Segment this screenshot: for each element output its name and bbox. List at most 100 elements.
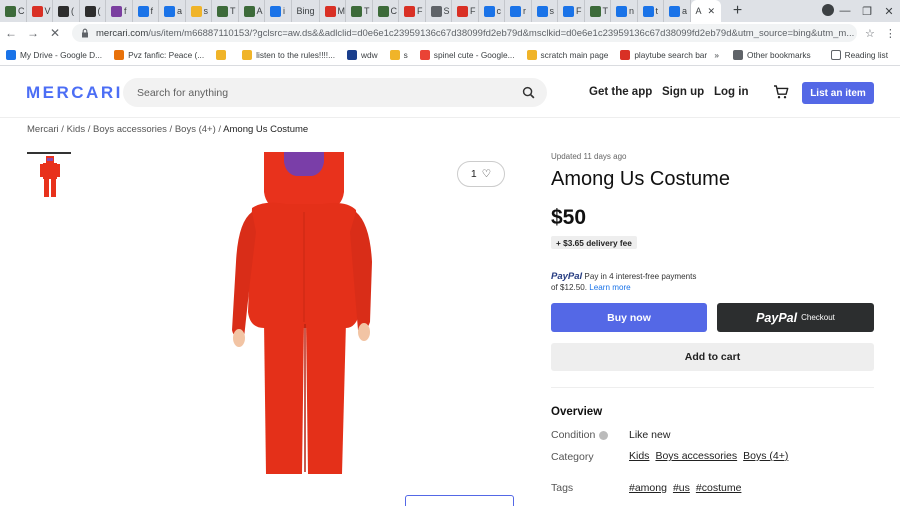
browser-tab[interactable]: A	[239, 0, 265, 22]
tag-link-among[interactable]: #among	[629, 482, 667, 494]
tag-link-us[interactable]: #us	[673, 482, 690, 494]
browser-tab[interactable]: V	[27, 0, 53, 22]
browser-tab[interactable]: S	[426, 0, 452, 22]
category-link-kids[interactable]: Kids	[629, 450, 649, 462]
product-thumbnail[interactable]	[27, 152, 71, 200]
bookmark-item[interactable]: Pvz fanfic: Peace (...	[108, 49, 210, 60]
browser-tab[interactable]: n	[611, 0, 638, 22]
browser-tab[interactable]: a	[664, 0, 691, 22]
log-in-link[interactable]: Log in	[714, 86, 749, 98]
bookmark-label: wdw	[361, 49, 378, 60]
bookmark-item[interactable]: spinel cute - Google...	[414, 49, 521, 60]
browser-tab[interactable]: T	[346, 0, 373, 22]
new-tab-icon[interactable]: +	[727, 0, 749, 22]
menu-kebab-icon[interactable]: ⋮	[885, 27, 896, 40]
tab-favicon-icon	[510, 5, 521, 17]
tab-favicon-icon	[5, 5, 16, 17]
search-input[interactable]	[137, 86, 507, 99]
reading-list-icon	[830, 50, 841, 60]
get-the-app-link[interactable]: Get the app	[589, 86, 652, 98]
breadcrumb-boys-accessories[interactable]: Boys accessories	[93, 124, 167, 135]
stop-loading-icon[interactable]: ✕	[44, 26, 66, 40]
tab-favicon-icon	[669, 5, 680, 17]
bookmark-item[interactable]: playtube search bar	[614, 49, 713, 60]
browser-tab[interactable]: t	[638, 0, 664, 22]
back-arrow-icon[interactable]: ←	[0, 26, 22, 40]
browser-tab[interactable]: r	[505, 0, 532, 22]
breadcrumb-boys-4plus[interactable]: Boys (4+)	[175, 124, 216, 135]
bookmark-item[interactable]: My Drive - Google D...	[0, 49, 108, 60]
browser-tab[interactable]: T	[585, 0, 611, 22]
breadcrumb-mercari[interactable]: Mercari	[27, 124, 59, 135]
close-window-icon[interactable]: ✕	[878, 5, 900, 18]
tab-label: c	[496, 6, 502, 16]
browser-tab[interactable]: c	[479, 0, 505, 22]
browser-tab[interactable]: F	[558, 0, 585, 22]
breadcrumb-kids[interactable]: Kids	[67, 124, 85, 135]
browser-tab[interactable]: f	[133, 0, 159, 22]
search-icon[interactable]	[522, 86, 535, 99]
bookmarks-bar: My Drive - Google D... Pvz fanfic: Peace …	[0, 44, 900, 66]
bookmark-star-icon[interactable]: ☆	[865, 27, 875, 40]
bookmark-item[interactable]: scratch main page	[521, 49, 615, 60]
tab-favicon-icon	[377, 5, 389, 17]
url-path: /us/item/m66887110153/?gclsrc=aw.ds&&adl…	[148, 27, 855, 39]
bookmark-item[interactable]: listen to the rules!!!!...	[236, 49, 341, 60]
more-bookmarks-icon[interactable]: »	[714, 50, 719, 60]
browser-tab[interactable]: i	[265, 0, 292, 22]
restore-icon[interactable]: ❐	[856, 5, 878, 18]
partial-outlined-button[interactable]	[405, 495, 514, 506]
paypal-checkout-button[interactable]: PayPal Checkout	[717, 303, 874, 332]
mercari-logo[interactable]: MERCARI	[26, 83, 123, 103]
add-to-cart-button[interactable]: Add to cart	[551, 343, 874, 371]
tab-favicon-icon	[589, 5, 601, 17]
tab-label: T	[230, 6, 236, 16]
address-bar-row: ← → ✕ mercari.com/us/item/m66887110153/?…	[0, 22, 900, 44]
browser-tab[interactable]: s	[532, 0, 558, 22]
buy-now-button[interactable]: Buy now	[551, 303, 707, 332]
category-link-boys-accessories[interactable]: Boys accessories	[655, 450, 737, 462]
learn-more-link[interactable]: Learn more	[589, 283, 630, 292]
browser-tab[interactable]: C	[0, 0, 27, 22]
browser-tab[interactable]: (	[53, 0, 80, 22]
tab-label: C	[18, 6, 25, 16]
cart-icon[interactable]	[773, 84, 789, 100]
bookmark-favicon-icon	[620, 49, 631, 60]
browser-tab[interactable]: M	[320, 0, 346, 22]
category-link-boys-4plus[interactable]: Boys (4+)	[743, 450, 788, 462]
category-label: Category	[551, 451, 594, 463]
browser-tab[interactable]: Bing	[292, 0, 320, 22]
browser-tab[interactable]: f	[106, 0, 133, 22]
info-icon[interactable]	[599, 430, 609, 440]
browser-tab[interactable]: T	[212, 0, 239, 22]
other-bookmarks[interactable]: Other bookmarks	[727, 50, 817, 60]
search-bar[interactable]	[123, 78, 547, 107]
bookmark-label: scratch main page	[540, 49, 609, 60]
browser-tab[interactable]: F	[399, 0, 426, 22]
profile-icon[interactable]	[812, 3, 834, 19]
bookmark-item[interactable]: s	[384, 49, 414, 60]
forward-arrow-icon[interactable]: →	[22, 26, 44, 40]
close-tab-icon[interactable]: ✕	[708, 6, 716, 17]
tag-link-costume[interactable]: #costume	[696, 482, 742, 494]
breadcrumb: Mercari / Kids / Boys accessories / Boys…	[27, 124, 309, 135]
paypal-pay-in-4: PayPal Pay in 4 interest-free payments o…	[551, 271, 751, 293]
url-field[interactable]: mercari.com/us/item/m66887110153/?gclsrc…	[72, 24, 857, 42]
minimize-icon[interactable]: —	[834, 5, 856, 17]
browser-tab[interactable]: (	[80, 0, 106, 22]
browser-tab[interactable]: a	[159, 0, 186, 22]
list-an-item-button[interactable]: List an item	[802, 82, 874, 104]
costume-image	[232, 152, 372, 474]
bookmark-item[interactable]	[210, 49, 236, 60]
product-main-image[interactable]	[206, 152, 516, 477]
product-price: $50	[551, 206, 587, 229]
browser-tab[interactable]: s	[186, 0, 212, 22]
browser-tab[interactable]: C	[373, 0, 399, 22]
reading-list[interactable]: Reading list	[825, 50, 894, 60]
browser-tab[interactable]: F	[452, 0, 479, 22]
browser-tab-active[interactable]: A ✕	[690, 0, 721, 22]
bookmark-label: s	[403, 49, 408, 60]
like-button[interactable]: 1 ♡	[457, 161, 505, 187]
bookmark-item[interactable]: wdw	[341, 49, 384, 60]
sign-up-link[interactable]: Sign up	[662, 86, 704, 98]
